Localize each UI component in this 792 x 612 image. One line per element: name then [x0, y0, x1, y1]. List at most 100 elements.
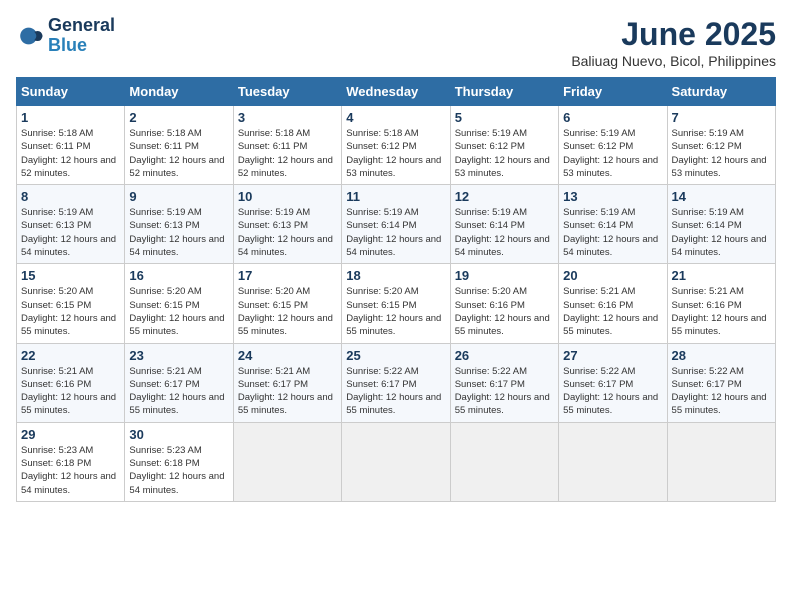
day-number: 6 [563, 110, 662, 125]
calendar-title: June 2025 [571, 16, 776, 53]
page-header: General Blue June 2025 Baliuag Nuevo, Bi… [16, 16, 776, 69]
day-info: Sunrise: 5:18 AM Sunset: 6:11 PM Dayligh… [129, 127, 228, 180]
calendar-cell: 5 Sunrise: 5:19 AM Sunset: 6:12 PM Dayli… [450, 106, 558, 185]
day-number: 8 [21, 189, 120, 204]
calendar-week-row: 29 Sunrise: 5:23 AM Sunset: 6:18 PM Dayl… [17, 422, 776, 501]
day-info: Sunrise: 5:18 AM Sunset: 6:12 PM Dayligh… [346, 127, 445, 180]
day-info: Sunrise: 5:20 AM Sunset: 6:16 PM Dayligh… [455, 285, 554, 338]
day-number: 30 [129, 427, 228, 442]
day-number: 25 [346, 348, 445, 363]
calendar-cell: 28 Sunrise: 5:22 AM Sunset: 6:17 PM Dayl… [667, 343, 775, 422]
calendar-week-row: 15 Sunrise: 5:20 AM Sunset: 6:15 PM Dayl… [17, 264, 776, 343]
day-info: Sunrise: 5:19 AM Sunset: 6:12 PM Dayligh… [455, 127, 554, 180]
calendar-cell: 19 Sunrise: 5:20 AM Sunset: 6:16 PM Dayl… [450, 264, 558, 343]
day-number: 13 [563, 189, 662, 204]
day-number: 12 [455, 189, 554, 204]
day-info: Sunrise: 5:19 AM Sunset: 6:12 PM Dayligh… [563, 127, 662, 180]
calendar-cell: 15 Sunrise: 5:20 AM Sunset: 6:15 PM Dayl… [17, 264, 125, 343]
calendar-cell: 27 Sunrise: 5:22 AM Sunset: 6:17 PM Dayl… [559, 343, 667, 422]
day-number: 27 [563, 348, 662, 363]
calendar-cell: 12 Sunrise: 5:19 AM Sunset: 6:14 PM Dayl… [450, 185, 558, 264]
calendar-cell: 17 Sunrise: 5:20 AM Sunset: 6:15 PM Dayl… [233, 264, 341, 343]
day-number: 2 [129, 110, 228, 125]
day-number: 26 [455, 348, 554, 363]
day-info: Sunrise: 5:22 AM Sunset: 6:17 PM Dayligh… [672, 365, 771, 418]
header-tuesday: Tuesday [233, 78, 341, 106]
day-number: 10 [238, 189, 337, 204]
calendar-cell [667, 422, 775, 501]
day-info: Sunrise: 5:22 AM Sunset: 6:17 PM Dayligh… [455, 365, 554, 418]
day-number: 18 [346, 268, 445, 283]
calendar-cell: 10 Sunrise: 5:19 AM Sunset: 6:13 PM Dayl… [233, 185, 341, 264]
calendar-cell: 23 Sunrise: 5:21 AM Sunset: 6:17 PM Dayl… [125, 343, 233, 422]
calendar-cell: 11 Sunrise: 5:19 AM Sunset: 6:14 PM Dayl… [342, 185, 450, 264]
day-info: Sunrise: 5:19 AM Sunset: 6:13 PM Dayligh… [21, 206, 120, 259]
header-thursday: Thursday [450, 78, 558, 106]
calendar-cell: 2 Sunrise: 5:18 AM Sunset: 6:11 PM Dayli… [125, 106, 233, 185]
day-info: Sunrise: 5:23 AM Sunset: 6:18 PM Dayligh… [129, 444, 228, 497]
calendar-week-row: 8 Sunrise: 5:19 AM Sunset: 6:13 PM Dayli… [17, 185, 776, 264]
header-sunday: Sunday [17, 78, 125, 106]
calendar-week-row: 22 Sunrise: 5:21 AM Sunset: 6:16 PM Dayl… [17, 343, 776, 422]
day-number: 17 [238, 268, 337, 283]
calendar-cell: 18 Sunrise: 5:20 AM Sunset: 6:15 PM Dayl… [342, 264, 450, 343]
calendar-cell: 6 Sunrise: 5:19 AM Sunset: 6:12 PM Dayli… [559, 106, 667, 185]
day-number: 3 [238, 110, 337, 125]
calendar-cell: 25 Sunrise: 5:22 AM Sunset: 6:17 PM Dayl… [342, 343, 450, 422]
calendar-cell: 16 Sunrise: 5:20 AM Sunset: 6:15 PM Dayl… [125, 264, 233, 343]
day-info: Sunrise: 5:22 AM Sunset: 6:17 PM Dayligh… [563, 365, 662, 418]
header-wednesday: Wednesday [342, 78, 450, 106]
day-info: Sunrise: 5:20 AM Sunset: 6:15 PM Dayligh… [346, 285, 445, 338]
calendar-cell: 26 Sunrise: 5:22 AM Sunset: 6:17 PM Dayl… [450, 343, 558, 422]
title-area: June 2025 Baliuag Nuevo, Bicol, Philippi… [571, 16, 776, 69]
day-info: Sunrise: 5:21 AM Sunset: 6:16 PM Dayligh… [672, 285, 771, 338]
day-info: Sunrise: 5:21 AM Sunset: 6:16 PM Dayligh… [563, 285, 662, 338]
day-info: Sunrise: 5:23 AM Sunset: 6:18 PM Dayligh… [21, 444, 120, 497]
day-number: 19 [455, 268, 554, 283]
day-number: 28 [672, 348, 771, 363]
calendar-cell: 7 Sunrise: 5:19 AM Sunset: 6:12 PM Dayli… [667, 106, 775, 185]
day-info: Sunrise: 5:19 AM Sunset: 6:14 PM Dayligh… [672, 206, 771, 259]
calendar-cell: 13 Sunrise: 5:19 AM Sunset: 6:14 PM Dayl… [559, 185, 667, 264]
day-info: Sunrise: 5:18 AM Sunset: 6:11 PM Dayligh… [21, 127, 120, 180]
day-number: 1 [21, 110, 120, 125]
day-info: Sunrise: 5:19 AM Sunset: 6:12 PM Dayligh… [672, 127, 771, 180]
day-number: 7 [672, 110, 771, 125]
day-info: Sunrise: 5:19 AM Sunset: 6:14 PM Dayligh… [455, 206, 554, 259]
calendar-cell [233, 422, 341, 501]
calendar-cell: 29 Sunrise: 5:23 AM Sunset: 6:18 PM Dayl… [17, 422, 125, 501]
day-number: 24 [238, 348, 337, 363]
day-info: Sunrise: 5:21 AM Sunset: 6:17 PM Dayligh… [129, 365, 228, 418]
day-number: 29 [21, 427, 120, 442]
day-number: 15 [21, 268, 120, 283]
day-info: Sunrise: 5:20 AM Sunset: 6:15 PM Dayligh… [238, 285, 337, 338]
calendar-cell: 24 Sunrise: 5:21 AM Sunset: 6:17 PM Dayl… [233, 343, 341, 422]
day-info: Sunrise: 5:20 AM Sunset: 6:15 PM Dayligh… [129, 285, 228, 338]
calendar-cell: 1 Sunrise: 5:18 AM Sunset: 6:11 PM Dayli… [17, 106, 125, 185]
day-info: Sunrise: 5:19 AM Sunset: 6:14 PM Dayligh… [563, 206, 662, 259]
calendar-week-row: 1 Sunrise: 5:18 AM Sunset: 6:11 PM Dayli… [17, 106, 776, 185]
calendar-cell: 22 Sunrise: 5:21 AM Sunset: 6:16 PM Dayl… [17, 343, 125, 422]
day-info: Sunrise: 5:18 AM Sunset: 6:11 PM Dayligh… [238, 127, 337, 180]
day-info: Sunrise: 5:19 AM Sunset: 6:13 PM Dayligh… [238, 206, 337, 259]
calendar-subtitle: Baliuag Nuevo, Bicol, Philippines [571, 53, 776, 69]
calendar-cell [342, 422, 450, 501]
day-number: 16 [129, 268, 228, 283]
calendar-cell: 20 Sunrise: 5:21 AM Sunset: 6:16 PM Dayl… [559, 264, 667, 343]
day-number: 9 [129, 189, 228, 204]
day-info: Sunrise: 5:19 AM Sunset: 6:14 PM Dayligh… [346, 206, 445, 259]
weekday-header-row: Sunday Monday Tuesday Wednesday Thursday… [17, 78, 776, 106]
calendar-cell: 30 Sunrise: 5:23 AM Sunset: 6:18 PM Dayl… [125, 422, 233, 501]
logo: General Blue [16, 16, 115, 56]
day-number: 20 [563, 268, 662, 283]
day-number: 23 [129, 348, 228, 363]
day-info: Sunrise: 5:21 AM Sunset: 6:16 PM Dayligh… [21, 365, 120, 418]
calendar-cell: 8 Sunrise: 5:19 AM Sunset: 6:13 PM Dayli… [17, 185, 125, 264]
day-info: Sunrise: 5:19 AM Sunset: 6:13 PM Dayligh… [129, 206, 228, 259]
day-number: 5 [455, 110, 554, 125]
calendar-cell [559, 422, 667, 501]
day-number: 11 [346, 189, 445, 204]
logo-text: General Blue [48, 16, 115, 56]
day-number: 14 [672, 189, 771, 204]
calendar-cell [450, 422, 558, 501]
